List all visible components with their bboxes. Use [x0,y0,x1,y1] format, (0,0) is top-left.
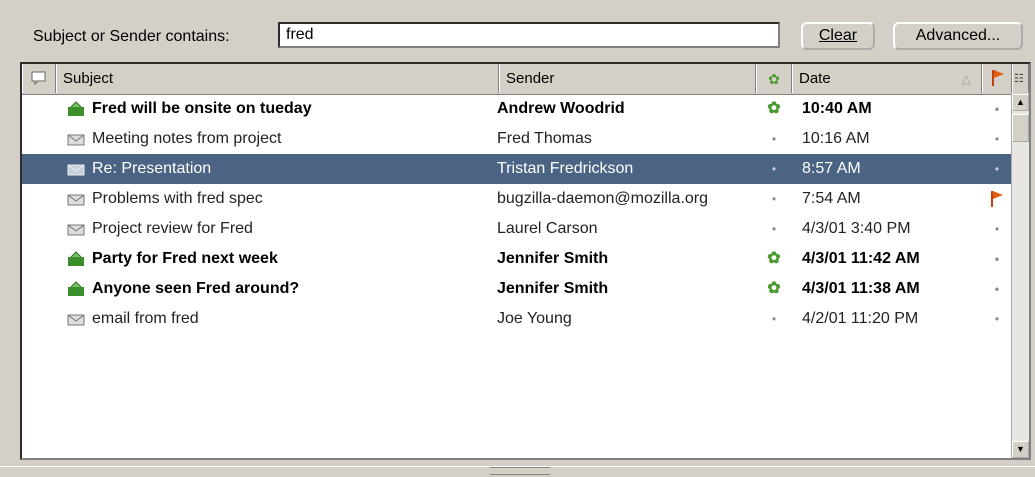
message-row[interactable]: Party for Fred next week Jennifer Smith … [22,244,1012,274]
date-column-header[interactable]: Date △ [792,64,982,93]
status-dot: • [771,222,777,236]
flag-dot[interactable]: • [982,304,1012,334]
scroll-thumb[interactable] [1012,114,1029,142]
message-subject: Re: Presentation [92,160,212,177]
status-dot: • [771,132,777,146]
date-column-label: Date [799,70,831,87]
message-row[interactable]: Problems with fred spec bugzilla-daemon@… [22,184,1012,214]
scroll-down-button[interactable]: ▼ [1012,441,1029,458]
message-subject: Party for Fred next week [92,250,278,267]
mail-search-panel: Subject or Sender contains: fred Clear A… [8,6,1031,464]
message-row[interactable]: email from fred Joe Young • 4/2/01 11:20… [22,304,1012,334]
sender-column-label: Sender [506,70,555,87]
unread-mail-icon [68,101,84,116]
message-sender: Laurel Carson [497,220,598,237]
message-row[interactable]: Project review for Fred Laurel Carson • … [22,214,1012,244]
status-column-header[interactable]: ✿ [756,64,792,93]
message-date: 4/3/01 11:42 AM [802,250,920,267]
status-dot: • [771,312,777,326]
message-sender: Jennifer Smith [497,280,609,297]
message-date: 8:57 AM [802,160,861,177]
flag-dot[interactable]: • [982,274,1012,304]
unread-mail-icon [68,251,84,266]
search-label: Subject or Sender contains: [33,28,230,45]
unread-status-icon: ✿ [767,280,781,297]
advanced-button[interactable]: Advanced... [893,22,1023,50]
scroll-up-button[interactable]: ▲ [1012,94,1029,111]
status-dot: • [771,162,777,176]
message-row[interactable]: Fred will be onsite on tueday Andrew Woo… [22,94,1012,124]
read-mail-icon [67,314,85,326]
search-bar: Subject or Sender contains: fred Clear A… [8,6,1031,58]
unread-mail-icon [68,281,84,296]
message-row[interactable]: Meeting notes from project Fred Thomas •… [22,124,1012,154]
column-picker-icon[interactable]: ☷ [1012,64,1029,93]
message-sender: Andrew Woodrid [497,100,625,117]
message-row[interactable]: Anyone seen Fred around? Jennifer Smith … [22,274,1012,304]
read-mail-icon [67,224,85,236]
flag-icon [992,70,1004,86]
clear-button[interactable]: Clear [801,22,875,50]
message-sender: Tristan Fredrickson [497,160,634,177]
message-row-selected[interactable]: Re: Presentation Tristan Fredrickson • 8… [22,154,1012,184]
unread-status-icon: ✿ [767,250,781,267]
clear-button-label: Clear [818,27,858,44]
message-date: 4/2/01 11:20 PM [802,310,919,327]
flag-dot[interactable]: • [982,244,1012,274]
column-header: Subject Sender ✿ Date △ ☷ [22,64,1029,95]
unread-status-icon: ✿ [767,100,781,117]
message-sender: Jennifer Smith [497,250,609,267]
flag-dot[interactable]: • [982,94,1012,124]
flagged-icon[interactable] [982,184,1012,214]
sender-column-header[interactable]: Sender [499,64,756,93]
thread-icon [31,71,46,86]
splitter-grip-icon[interactable] [490,467,550,475]
message-date: 10:16 AM [802,130,870,147]
message-list[interactable]: Subject Sender ✿ Date △ ☷ Fred will be o… [20,62,1031,460]
message-date: 4/3/01 3:40 PM [802,220,911,237]
thread-column-header[interactable] [22,64,56,93]
status-dot: • [771,192,777,206]
subject-column-header[interactable]: Subject [56,64,499,93]
message-subject: Anyone seen Fred around? [92,280,300,297]
vertical-scrollbar[interactable]: ▲ ▼ [1011,94,1029,458]
read-mail-icon [67,194,85,206]
search-input[interactable]: fred [278,22,780,48]
message-date: 10:40 AM [802,100,872,117]
message-subject: Fred will be onsite on tueday [92,100,312,117]
status-gear-icon: ✿ [768,71,780,87]
flag-column-header[interactable] [982,64,1012,93]
flag-dot[interactable]: • [982,214,1012,244]
read-mail-icon [67,134,85,146]
message-subject: Meeting notes from project [92,130,282,147]
message-subject: email from fred [92,310,199,327]
message-subject: Problems with fred spec [92,190,263,207]
flag-dot[interactable]: • [982,154,1012,184]
message-sender: Joe Young [497,310,572,327]
message-subject: Project review for Fred [92,220,253,237]
message-date: 4/3/01 11:38 AM [802,280,920,297]
message-date: 7:54 AM [802,190,861,207]
message-sender: Fred Thomas [497,130,592,147]
flag-dot[interactable]: • [982,124,1012,154]
read-mail-icon [67,164,85,176]
subject-column-label: Subject [63,70,114,87]
advanced-button-label: Advanced... [915,27,1001,44]
sort-ascending-icon: △ [961,72,971,86]
message-sender: bugzilla-daemon@mozilla.org [497,190,709,207]
